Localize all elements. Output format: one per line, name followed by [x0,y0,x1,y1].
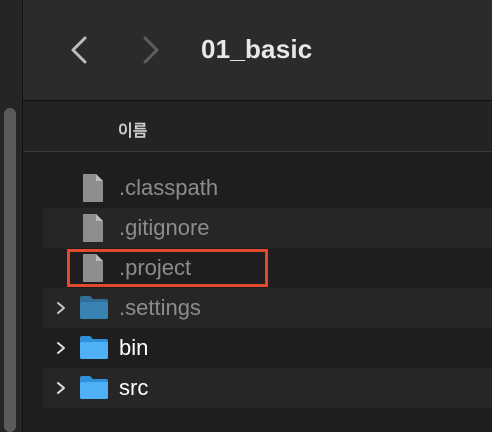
disclosure-chevron-icon[interactable] [55,381,67,395]
file-list: .classpath .gitignore .project .settings… [23,152,492,432]
item-name: .classpath [119,175,219,200]
folder-icon [79,294,108,324]
document-icon [79,173,107,203]
item-name: src [119,375,149,400]
toolbar: 01_basic [23,0,492,101]
list-item[interactable]: .project [43,248,492,288]
list-item[interactable]: src [43,368,492,408]
list-item[interactable]: .settings [43,288,492,328]
disclosure-chevron-icon[interactable] [55,341,67,355]
list-header: 이름 [23,101,492,152]
back-button[interactable] [67,30,91,70]
sidebar-edge [0,0,23,432]
document-icon [79,253,107,283]
item-name: .settings [119,295,201,320]
list-item[interactable]: .gitignore [43,208,492,248]
name-column-header[interactable]: 이름 [118,117,147,141]
item-name: bin [119,335,149,360]
chevron-left-icon [71,36,87,64]
item-name: .gitignore [119,215,210,240]
disclosure-chevron-icon[interactable] [55,301,67,315]
sidebar-scrollbar[interactable] [4,108,16,432]
document-icon [79,213,107,243]
item-name: .project [119,255,192,280]
window-title: 01_basic [201,34,313,64]
list-item[interactable]: bin [43,328,492,368]
list-item[interactable]: .classpath [43,168,492,208]
forward-button[interactable] [139,30,163,70]
folder-icon [79,334,108,364]
folder-icon [79,374,108,404]
chevron-right-icon [143,36,159,64]
